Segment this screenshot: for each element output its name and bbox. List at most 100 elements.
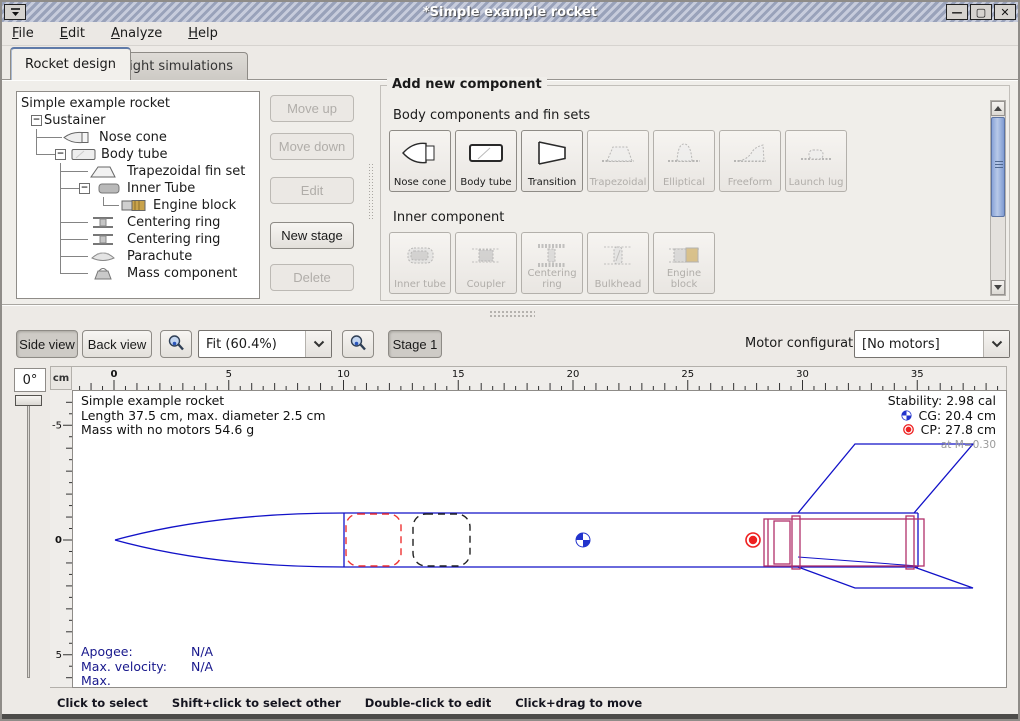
tree-item-centering-ring-1[interactable]: Centering ring xyxy=(17,214,259,231)
trapezoidal-fin-icon xyxy=(598,139,638,167)
cg-marker xyxy=(576,533,590,547)
back-view-button[interactable]: Back view xyxy=(82,330,152,358)
ruler-label: 35 xyxy=(911,369,924,380)
menu-bar: File Edit Analyze Help xyxy=(2,22,1018,46)
chevron-down-icon xyxy=(305,331,331,357)
component-scrollbar[interactable] xyxy=(990,100,1006,296)
tree-item-trapezoidal-fin-set[interactable]: Trapezoidal fin set xyxy=(17,163,259,180)
tab-rocket-design[interactable]: Rocket design xyxy=(10,47,131,80)
horizontal-splitter[interactable] xyxy=(489,310,535,317)
launch-lug-icon xyxy=(796,139,836,167)
parachute-icon xyxy=(88,249,118,264)
ruler-label: 0 xyxy=(55,535,62,546)
add-coupler-button[interactable]: Coupler xyxy=(455,232,517,294)
ruler-label: 5 xyxy=(56,650,62,661)
move-down-button[interactable]: Move down xyxy=(270,133,354,160)
design-pane: Simple example rocket − Sustainer Nose c… xyxy=(2,80,1018,304)
vertical-ruler: -5 0 5 xyxy=(50,390,72,688)
zoom-out-button[interactable] xyxy=(160,330,192,358)
add-trapezoidal-fin-button[interactable]: Trapezoidal xyxy=(587,130,649,192)
close-button[interactable]: ✕ xyxy=(994,4,1016,20)
tree-item-mass-component[interactable]: Mass component xyxy=(17,265,259,282)
rotation-value: 0° xyxy=(14,368,46,392)
ruler-label: 25 xyxy=(681,369,694,380)
ruler-label: 15 xyxy=(452,369,465,380)
zoom-in-button[interactable] xyxy=(342,330,374,358)
title-bar[interactable]: *Simple example rocket — ▢ ✕ xyxy=(2,2,1018,22)
trapezoidal-fin-icon xyxy=(88,164,118,179)
add-engine-block-button[interactable]: Engine block xyxy=(653,232,715,294)
centering-ring-icon xyxy=(88,232,118,247)
stage1-toggle-button[interactable]: Stage 1 xyxy=(388,330,442,358)
add-component-group: Add new component Body components and fi… xyxy=(380,85,1010,301)
add-freeform-fin-button[interactable]: Freeform xyxy=(719,130,781,192)
edit-button[interactable]: Edit xyxy=(270,177,354,204)
stability-info: Stability: 2.98 cal CG: 20.4 cm CP: 27.8… xyxy=(888,394,996,452)
tree-item-engine-block[interactable]: Engine block xyxy=(17,197,259,214)
centering-ring-icon xyxy=(532,241,572,269)
component-tree[interactable]: Simple example rocket − Sustainer Nose c… xyxy=(16,91,260,299)
motor-config-select[interactable]: [No motors] xyxy=(854,330,1010,358)
hint-drag: Click+drag to move xyxy=(515,696,642,710)
scroll-down-icon[interactable] xyxy=(991,280,1005,295)
tree-item-sustainer[interactable]: − Sustainer xyxy=(17,112,259,129)
add-elliptical-fin-button[interactable]: Elliptical xyxy=(653,130,715,192)
scroll-up-icon[interactable] xyxy=(991,101,1005,116)
minimize-button[interactable]: — xyxy=(946,4,968,20)
move-up-button[interactable]: Move up xyxy=(270,95,354,122)
tree-item-inner-tube[interactable]: − Inner Tube xyxy=(17,180,259,197)
body-tube-icon xyxy=(466,139,506,167)
inner-section-label: Inner component xyxy=(393,210,504,225)
window-frame-bottom xyxy=(2,714,1018,719)
add-bulkhead-button[interactable]: Bulkhead xyxy=(587,232,649,294)
collapse-icon[interactable]: − xyxy=(31,115,42,126)
ruler-unit: cm xyxy=(50,366,72,390)
menu-edit[interactable]: Edit xyxy=(60,26,85,41)
maximize-button[interactable]: ▢ xyxy=(970,4,992,20)
delete-button[interactable]: Delete xyxy=(270,264,354,291)
add-nose-cone-button[interactable]: Nose cone xyxy=(389,130,451,192)
ruler-label: -5 xyxy=(52,420,62,431)
bulkhead-icon xyxy=(598,241,638,269)
add-transition-button[interactable]: Transition xyxy=(521,130,583,192)
scrollbar-thumb[interactable] xyxy=(991,117,1005,217)
ruler-label: 5 xyxy=(226,369,232,380)
vertical-splitter[interactable] xyxy=(368,163,374,219)
body-section-label: Body components and fin sets xyxy=(393,108,590,123)
collapse-icon[interactable]: − xyxy=(55,149,66,160)
hint-click-select: Click to select xyxy=(57,696,148,710)
rocket-canvas[interactable]: Simple example rocket Length 37.5 cm, ma… xyxy=(72,390,1007,688)
menu-file[interactable]: File xyxy=(12,26,34,41)
body-tube-icon xyxy=(70,147,97,162)
rotation-slider[interactable] xyxy=(27,398,30,678)
engine-block-icon xyxy=(664,241,704,269)
tab-strip: Rocket design Flight simulations xyxy=(2,46,1018,80)
transition-icon xyxy=(532,139,572,167)
add-body-tube-button[interactable]: Body tube xyxy=(455,130,517,192)
tree-item-rocket[interactable]: Simple example rocket xyxy=(17,95,259,112)
add-inner-tube-button[interactable]: Inner tube xyxy=(389,232,451,294)
collapse-icon[interactable]: − xyxy=(79,183,90,194)
side-view-button[interactable]: Side view xyxy=(16,330,78,358)
menu-help[interactable]: Help xyxy=(188,26,218,41)
menu-analyze[interactable]: Analyze xyxy=(111,26,162,41)
app-window: *Simple example rocket — ▢ ✕ File Edit A… xyxy=(0,0,1020,721)
coupler-icon xyxy=(466,241,506,269)
chevron-down-icon xyxy=(983,331,1009,357)
tree-item-body-tube[interactable]: − Body tube xyxy=(17,146,259,163)
rotation-slider-handle[interactable] xyxy=(15,395,42,406)
freeform-fin-icon xyxy=(730,139,770,167)
add-centering-ring-button[interactable]: Centering ring xyxy=(521,232,583,294)
zoom-level-select[interactable]: Fit (60.4%) xyxy=(198,330,332,358)
hint-shift-click: Shift+click to select other xyxy=(172,696,341,710)
tree-item-parachute[interactable]: Parachute xyxy=(17,248,259,265)
mass-component-icon xyxy=(88,266,118,281)
magnifier-icon xyxy=(349,334,367,352)
tree-item-nose-cone[interactable]: Nose cone xyxy=(17,129,259,146)
engine-block-icon xyxy=(119,198,149,213)
tree-item-centering-ring-2[interactable]: Centering ring xyxy=(17,231,259,248)
new-stage-button[interactable]: New stage xyxy=(270,222,354,249)
window-title: *Simple example rocket xyxy=(2,5,1018,20)
add-launch-lug-button[interactable]: Launch lug xyxy=(785,130,847,192)
window-menu-icon[interactable] xyxy=(4,4,26,20)
